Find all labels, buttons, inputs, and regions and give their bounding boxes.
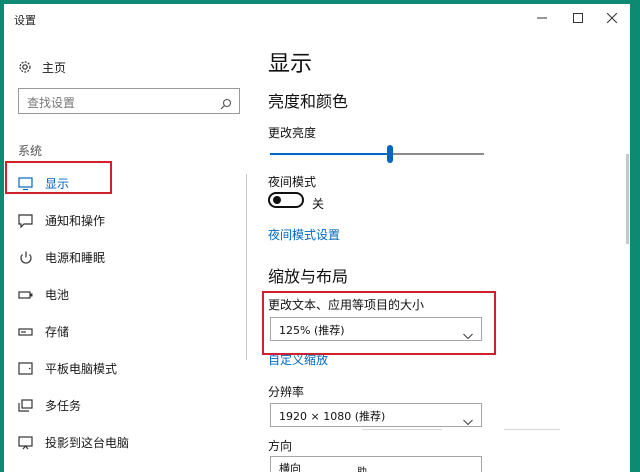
custom-scaling-link[interactable]: 自定义缩放 [268, 351, 328, 368]
section-label-system: 系统 [18, 144, 43, 158]
resolution-dropdown-value: 1920 × 1080 (推荐) [279, 410, 386, 423]
maximize-button[interactable] [562, 8, 594, 28]
sidebar-item-power[interactable]: 电源和睡眠 [12, 242, 238, 272]
sidebar-item-project-to-pc[interactable]: 投影到这台电脑 [12, 427, 238, 457]
resolution-label: 分辨率 [268, 385, 305, 399]
brightness-slider-thumb[interactable] [386, 145, 393, 163]
close-button[interactable] [596, 8, 628, 28]
message-icon [18, 213, 34, 229]
sidebar-item-label: 多任务 [45, 399, 82, 413]
sidebar-item-label: 通知和操作 [45, 214, 106, 228]
search-input[interactable]: 查找设置 [18, 88, 240, 114]
brightness-label: 更改亮度 [268, 126, 317, 140]
brightness-slider[interactable] [270, 145, 484, 163]
night-mode-toggle[interactable] [268, 192, 304, 208]
sidebar-home-label: 主页 [42, 61, 67, 75]
minimize-button[interactable] [526, 8, 558, 28]
minimize-icon [537, 10, 547, 25]
resolution-dropdown[interactable]: 1920 × 1080 (推荐) [270, 403, 482, 427]
sidebar-item-storage[interactable]: 存储 [12, 316, 238, 346]
sidebar-item-label: 电源和睡眠 [45, 251, 106, 265]
power-icon [18, 250, 34, 264]
tablet-icon [18, 361, 34, 375]
sidebar-item-label: 平板电脑模式 [45, 362, 118, 376]
brightness-section-heading: 亮度和颜色 [268, 92, 349, 111]
sidebar-item-label: 电池 [45, 288, 70, 302]
settings-window: 设置 主页 查找设置 系统 显示 通知和操作 电源和睡眠 电池 存储 平板电脑模… [4, 4, 630, 472]
close-icon [606, 10, 618, 25]
scale-section-heading: 缩放与布局 [268, 267, 349, 286]
night-mode-settings-link[interactable]: 夜间模式设置 [268, 226, 340, 243]
sidebar-item-battery[interactable]: 电池 [12, 279, 238, 309]
storage-icon [18, 324, 34, 338]
main-content: 显示 亮度和颜色 更改亮度 夜间模式 关 夜间模式设置 缩放与布局 更改文本、应… [248, 32, 618, 472]
chevron-down-icon [463, 411, 473, 430]
page-title: 显示 [268, 52, 313, 77]
sidebar-item-notifications[interactable]: 通知和操作 [12, 205, 238, 235]
sidebar-item-label: 投影到这台电脑 [45, 436, 130, 450]
sidebar-item-tablet-mode[interactable]: 平板电脑模式 [12, 353, 238, 383]
night-mode-state: 关 [312, 197, 325, 211]
main-scrollbar[interactable] [626, 154, 629, 244]
sidebar: 主页 查找设置 系统 显示 通知和操作 电源和睡眠 电池 存储 平板电脑模式 多… [4, 32, 248, 472]
search-icon [220, 95, 232, 114]
scale-highlight-box [262, 291, 496, 355]
window-title: 设置 [14, 14, 36, 27]
divider-line [504, 429, 560, 430]
sidebar-item-multitasking[interactable]: 多任务 [12, 390, 238, 420]
orientation-dropdown[interactable]: 横向 [270, 456, 482, 472]
maximize-icon [573, 10, 583, 25]
night-mode-label: 夜间模式 [268, 175, 317, 189]
orientation-label: 方向 [268, 439, 293, 453]
sidebar-scrollbar[interactable] [246, 174, 247, 360]
brightness-slider-fill [270, 153, 390, 155]
orientation-dropdown-value: 横向 [279, 462, 301, 472]
gear-icon [18, 59, 32, 78]
project-icon [18, 435, 34, 450]
title-bar: 设置 [4, 4, 630, 32]
battery-icon [18, 287, 34, 301]
multitask-icon [18, 398, 34, 412]
partial-text: 助 [357, 463, 367, 472]
toggle-knob [273, 196, 281, 204]
display-highlight-box [5, 161, 112, 194]
divider-line [362, 429, 442, 430]
search-placeholder: 查找设置 [27, 96, 76, 110]
sidebar-home[interactable]: 主页 [16, 57, 216, 77]
sidebar-item-label: 存储 [45, 325, 70, 339]
